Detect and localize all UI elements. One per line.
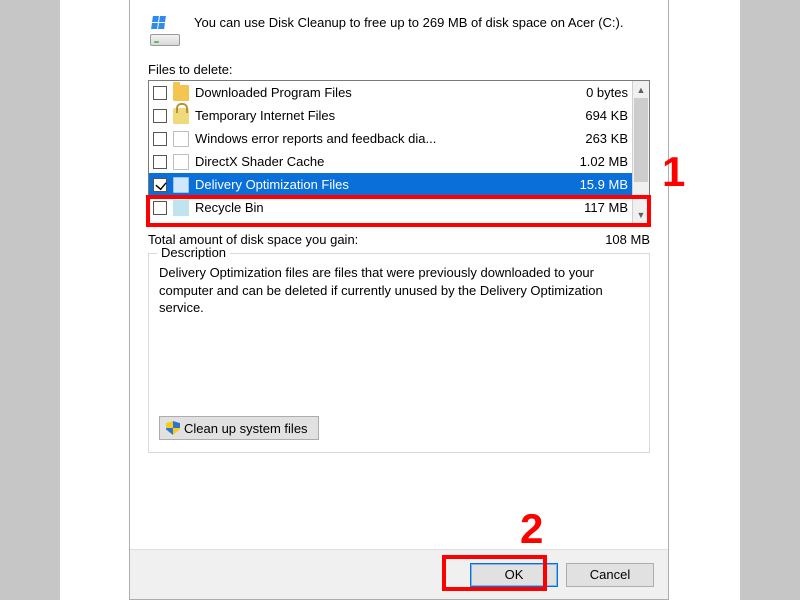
scroll-down-icon[interactable]: ▼ [633, 206, 649, 223]
list-item-label: Downloaded Program Files [195, 85, 554, 100]
ok-button[interactable]: OK [470, 563, 558, 587]
doc-icon [173, 154, 189, 170]
list-item-size: 1.02 MB [560, 154, 628, 169]
intro-text: You can use Disk Cleanup to free up to 2… [194, 14, 623, 48]
list-item[interactable]: Downloaded Program Files 0 bytes [149, 81, 632, 104]
list-item-size: 263 KB [560, 131, 628, 146]
doc-icon [173, 131, 189, 147]
total-value: 108 MB [605, 232, 650, 247]
scroll-up-icon[interactable]: ▲ [633, 81, 649, 98]
page-icon [173, 177, 189, 193]
list-item-label: DirectX Shader Cache [195, 154, 554, 169]
list-item-size: 0 bytes [560, 85, 628, 100]
recycle-icon [173, 200, 189, 216]
clean-up-system-files-button[interactable]: Clean up system files [159, 416, 319, 440]
lock-icon [173, 108, 189, 124]
description-group: Description Delivery Optimization files … [148, 253, 650, 453]
intro-row: You can use Disk Cleanup to free up to 2… [148, 14, 650, 48]
scroll-thumb[interactable] [634, 98, 648, 182]
checkbox[interactable] [153, 201, 167, 215]
list-item[interactable]: Recycle Bin 117 MB [149, 196, 632, 219]
list-item-label: Temporary Internet Files [195, 108, 554, 123]
list-item-label: Recycle Bin [195, 200, 554, 215]
files-listbox[interactable]: Downloaded Program Files 0 bytes Temporary… [148, 80, 650, 224]
scrollbar[interactable]: ▲ ▼ [632, 81, 649, 223]
clean-up-system-files-label: Clean up system files [184, 421, 308, 436]
uac-shield-icon [166, 421, 180, 435]
folder-icon [173, 85, 189, 101]
checkbox[interactable] [153, 132, 167, 146]
list-item-size: 15.9 MB [560, 177, 628, 192]
list-item-label: Delivery Optimization Files [195, 177, 554, 192]
list-item[interactable]: Temporary Internet Files 694 KB [149, 104, 632, 127]
checkbox[interactable] [153, 86, 167, 100]
list-item[interactable]: DirectX Shader Cache 1.02 MB [149, 150, 632, 173]
files-to-delete-label: Files to delete: [148, 62, 650, 77]
drive-icon [148, 14, 182, 48]
files-list: Downloaded Program Files 0 bytes Temporary… [149, 81, 632, 223]
dialog-footer: OK Cancel [130, 549, 668, 599]
checkbox[interactable] [153, 178, 167, 192]
description-text: Delivery Optimization files are files th… [159, 264, 639, 317]
description-legend: Description [157, 245, 230, 260]
list-item-size: 694 KB [560, 108, 628, 123]
scroll-track[interactable] [633, 98, 649, 206]
dialog-content: You can use Disk Cleanup to free up to 2… [130, 0, 668, 549]
checkbox[interactable] [153, 109, 167, 123]
list-item[interactable]: Delivery Optimization Files 15.9 MB [149, 173, 632, 196]
disk-cleanup-dialog: You can use Disk Cleanup to free up to 2… [129, 0, 669, 600]
list-item-size: 117 MB [560, 200, 628, 215]
cancel-button[interactable]: Cancel [566, 563, 654, 587]
list-item[interactable]: Windows error reports and feedback dia..… [149, 127, 632, 150]
checkbox[interactable] [153, 155, 167, 169]
list-item-label: Windows error reports and feedback dia..… [195, 131, 554, 146]
